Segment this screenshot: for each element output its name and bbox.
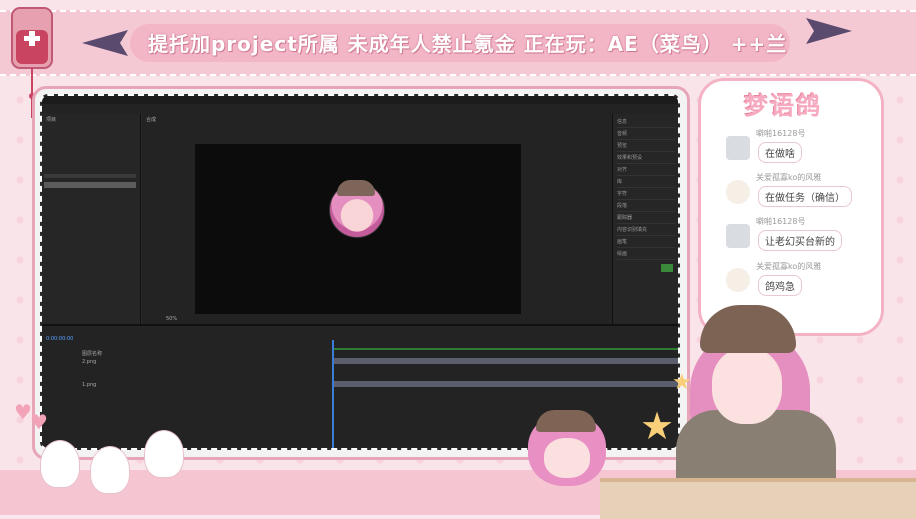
panel-brush[interactable]: 画笔 <box>617 238 675 248</box>
ae-menu-bar <box>42 96 678 104</box>
chat-username: 关爱孤寡ko的风雅 <box>756 173 822 182</box>
heart-icon: ♥ <box>30 410 48 434</box>
panel-align[interactable]: 对齐 <box>617 166 675 176</box>
right-panel: 信息 音频 预览 效果和预设 对齐 库 字符 段落 跟踪器 内容识别填充 画笔 … <box>612 114 678 324</box>
project-panel: 项目 <box>42 114 141 324</box>
banner-title: 提托加project所属 未成年人禁止氪金 正在玩：AE（菜鸟） ++兰 <box>148 32 788 56</box>
panel-info[interactable]: 信息 <box>617 118 675 128</box>
character-hat <box>337 180 375 196</box>
chat-username: 噼啪16128号 <box>756 217 806 226</box>
panel-character[interactable]: 字符 <box>617 190 675 200</box>
work-area-bar[interactable] <box>332 348 678 350</box>
project-tab[interactable]: 项目 <box>46 116 56 123</box>
bird-mascot-icon <box>144 430 184 478</box>
bird-mascot-icon <box>40 440 80 488</box>
vtuber-face <box>712 348 782 424</box>
zoom-level[interactable]: 50% <box>166 316 177 322</box>
chat-message: 让老幻买台新的 <box>758 230 842 251</box>
project-divider <box>44 174 136 178</box>
ae-window: 项目 合成 50% 信息 音频 预览 效果和预设 对齐 库 字符 段落 跟踪器 … <box>40 94 680 450</box>
bili-tv-icon <box>726 224 750 248</box>
chat-message: 在做啥 <box>758 142 802 163</box>
layer-track[interactable] <box>332 358 678 364</box>
layer-header: 图层名称 <box>82 351 103 357</box>
chibi-hat <box>536 410 596 432</box>
playhead[interactable] <box>332 340 334 448</box>
panel-effects[interactable]: 效果和预设 <box>617 154 675 164</box>
chat-message: 在做任务（确信） <box>758 186 852 207</box>
bird-mascot-icon <box>90 446 130 494</box>
chat-title: 梦语鸽 <box>744 92 822 120</box>
panel-paint[interactable]: 绘画 <box>617 250 675 260</box>
ae-tab-bar <box>42 104 678 114</box>
bat-wing-icon <box>82 30 128 56</box>
bat-wing-icon <box>806 18 852 44</box>
comp-tab[interactable]: 合成 <box>146 116 156 123</box>
project-item-selected[interactable] <box>44 182 136 188</box>
star-icon: ★ <box>672 370 692 395</box>
layer-row[interactable]: 1.png <box>82 382 96 388</box>
panel-library[interactable]: 库 <box>617 178 675 188</box>
panel-paragraph[interactable]: 段落 <box>617 202 675 212</box>
panel-preview[interactable]: 预览 <box>617 142 675 152</box>
layer-track[interactable] <box>332 381 678 387</box>
chicken-icon <box>726 180 750 204</box>
desk <box>600 478 916 519</box>
panel-content-fill[interactable]: 内容识别填充 <box>617 226 675 236</box>
layer-row[interactable]: 2.png <box>82 359 96 365</box>
chat-username: 噼啪16128号 <box>756 129 806 138</box>
chat-message: 鸽鸡急 <box>758 275 802 296</box>
star-icon: ★ <box>640 404 675 448</box>
bili-tv-icon <box>726 136 750 160</box>
chibi-face <box>544 438 590 478</box>
panel-audio[interactable]: 音频 <box>617 130 675 140</box>
color-swatch[interactable] <box>661 264 673 272</box>
chat-username: 关爱孤寡ko的风雅 <box>756 262 822 271</box>
chicken-icon <box>726 268 750 292</box>
panel-tracker[interactable]: 跟踪器 <box>617 214 675 224</box>
timecode[interactable]: 0:00:00:00 <box>46 336 73 342</box>
